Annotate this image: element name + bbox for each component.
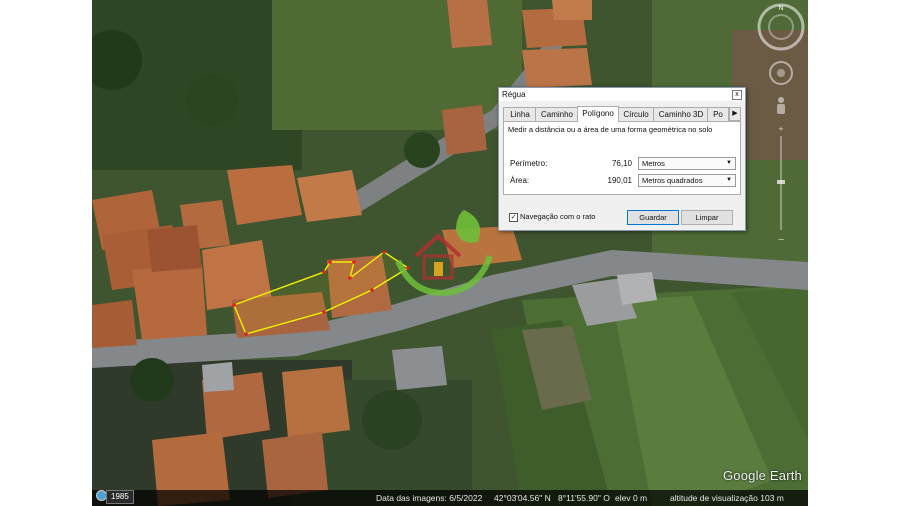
satellite-map[interactable]: N + – Google Earth 1985 Data das imagens… <box>92 0 808 506</box>
svg-text:N: N <box>778 5 783 12</box>
tab-path-3d[interactable]: Caminho 3D <box>653 107 709 121</box>
svg-text:–: – <box>778 234 784 244</box>
dialog-title: Régua <box>502 90 526 99</box>
tab-scroll-right-icon[interactable]: ▶ <box>729 107 741 121</box>
area-unit-select[interactable]: Metros quadrados ▼ <box>638 174 736 187</box>
tab-polygon-3d[interactable]: Po <box>707 107 729 121</box>
measure-tabs: Linha Caminho Polígono Círculo Caminho 3… <box>503 106 741 122</box>
tab-polygon[interactable]: Polígono <box>577 106 619 122</box>
close-icon[interactable]: x <box>732 90 742 100</box>
status-bar: 1985 Data das imagens: 6/5/2022 42°03'04… <box>92 490 808 506</box>
tab-circle[interactable]: Círculo <box>617 107 655 121</box>
tab-path[interactable]: Caminho <box>535 107 579 121</box>
google-earth-watermark: Google Earth <box>722 468 802 483</box>
perimeter-label: Perímetro: <box>510 159 548 168</box>
latitude-readout: 42°03'04.56" N <box>494 493 551 503</box>
longitude-readout: 8°11'55.90" O <box>558 493 610 503</box>
look-joystick-icon[interactable] <box>768 60 794 86</box>
tab-line[interactable]: Linha <box>503 107 537 121</box>
mouse-navigation-label: Navegação com o rato <box>520 212 596 221</box>
historical-year-badge[interactable]: 1985 <box>106 490 134 504</box>
chevron-down-icon: ▼ <box>726 177 732 183</box>
save-button[interactable]: Guardar <box>627 210 679 225</box>
perimeter-value: 76,10 <box>611 159 632 168</box>
svg-text:+: + <box>778 124 783 134</box>
clear-button[interactable]: Limpar <box>681 210 733 225</box>
ruler-dialog: Régua x Linha Caminho Polígono Círculo C… <box>498 87 746 231</box>
zoom-slider-icon[interactable]: + – <box>775 124 787 244</box>
dialog-titlebar[interactable]: Régua x <box>499 88 745 101</box>
perimeter-unit-select[interactable]: Metros ▼ <box>638 157 736 170</box>
measure-description: Medir a distância ou a área de uma forma… <box>508 125 713 134</box>
chevron-down-icon: ▼ <box>726 160 732 166</box>
mouse-navigation-checkbox[interactable]: ✓ <box>509 213 518 222</box>
elevation-readout: elev 0 m <box>615 493 648 503</box>
logo-house-icon <box>395 210 493 296</box>
eye-altitude-readout: altitude de visualização 103 m <box>670 493 784 503</box>
polygon-panel: Medir a distância ou a área de uma forma… <box>503 121 741 195</box>
area-value: 190,01 <box>607 176 632 185</box>
area-unit: Metros quadrados <box>642 176 703 185</box>
street-view-pegman-icon[interactable] <box>773 96 789 118</box>
area-label: Área: <box>510 176 530 185</box>
compass-icon[interactable]: N <box>756 2 806 52</box>
imagery-date: Data das imagens: 6/5/2022 <box>376 493 483 503</box>
perimeter-unit: Metros <box>642 159 665 168</box>
